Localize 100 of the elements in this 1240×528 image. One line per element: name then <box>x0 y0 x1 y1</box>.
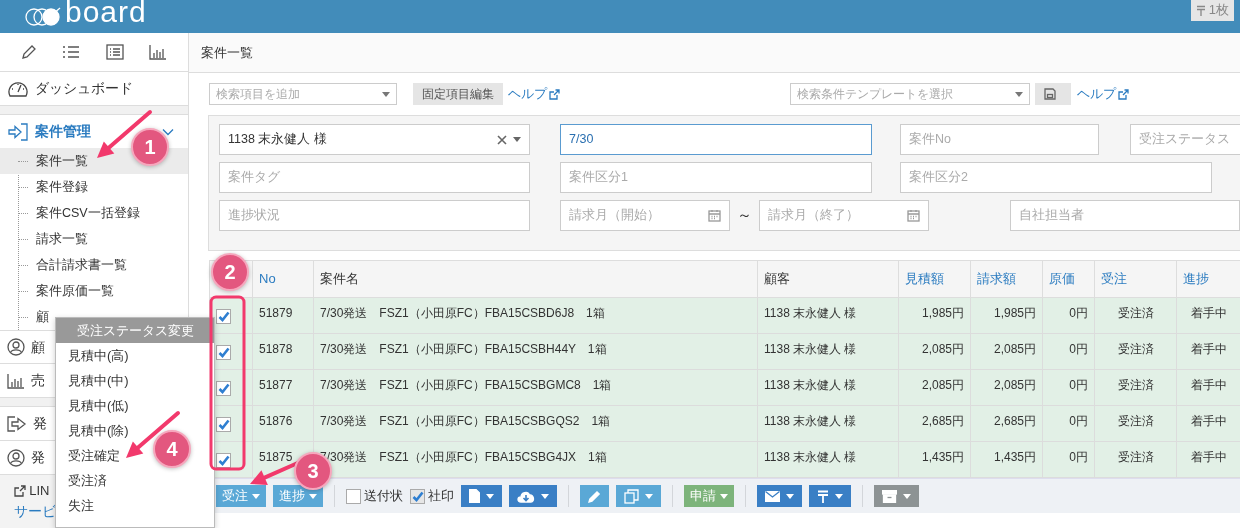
pencil-icon[interactable] <box>20 44 37 60</box>
table-cell: 1138 末永健人 様 <box>764 378 857 392</box>
help-link[interactable]: ヘルプ <box>508 84 560 104</box>
table-cell: 着手中 <box>1190 306 1227 320</box>
help-link[interactable]: ヘルプ <box>1077 84 1129 104</box>
table-cell: 1,435円 <box>921 450 964 464</box>
table-cell: 7/30発送 FSZ1（小田原FC）FBA15CSBD6J8 1箱 <box>320 306 605 320</box>
sign-in-icon <box>7 122 29 141</box>
table-cell: 0円 <box>1069 450 1088 464</box>
menu-option[interactable]: 見積中(除) <box>68 420 129 441</box>
column-header[interactable]: No <box>259 271 276 287</box>
menu-option[interactable]: 見積中(中) <box>68 370 129 391</box>
page-title: 案件一覧 <box>201 43 253 62</box>
save-button[interactable] <box>1035 83 1071 105</box>
table-cell: 1138 末永健人 様 <box>764 342 857 356</box>
submenu-item[interactable]: 顧 <box>36 307 49 327</box>
mail-button[interactable] <box>757 485 802 507</box>
input-field[interactable]: 案件No <box>900 124 1099 155</box>
input-field[interactable]: 7/30 <box>560 124 872 155</box>
submenu-item[interactable]: 案件一覧 <box>36 151 88 171</box>
service-text: サービ <box>14 503 56 519</box>
check-icon <box>217 383 230 395</box>
chevron-icon[interactable] <box>162 127 174 136</box>
check-icon <box>217 347 230 359</box>
placeholder: 検索条件テンプレートを選択 <box>797 86 953 103</box>
input-field[interactable]: 進捗状況 <box>219 200 530 231</box>
dropdown-button[interactable]: 進捗 <box>273 485 323 507</box>
input-field[interactable]: 案件区分1 <box>560 162 872 193</box>
date-field[interactable]: 請求月（開始） <box>560 200 730 231</box>
archive-button[interactable] <box>874 485 919 507</box>
table-cell: 受注済 <box>1117 378 1154 392</box>
checkbox[interactable] <box>216 417 231 433</box>
checkbox-label: 送付状 <box>364 487 403 506</box>
table-cell: 0円 <box>1069 378 1088 392</box>
check-icon <box>217 419 230 431</box>
dropdown-button[interactable]: 受注 <box>216 485 266 507</box>
checkbox[interactable] <box>216 345 231 361</box>
calendar-icon <box>907 209 920 222</box>
pointer-arrow <box>126 411 180 458</box>
input-field[interactable]: 受注ステータス <box>1130 124 1240 155</box>
submenu-item[interactable]: 請求一覧 <box>36 229 88 249</box>
table-cell: 1138 末永健人 様 <box>764 414 857 428</box>
table-cell: 着手中 <box>1190 414 1227 428</box>
link[interactable]: LIN <box>29 481 50 501</box>
table-cell: 1,985円 <box>993 306 1036 320</box>
column-header[interactable]: 受注 <box>1101 271 1127 287</box>
arrow-box-icon <box>7 415 27 432</box>
select-field[interactable]: 1138 末永健人 様 <box>219 124 530 155</box>
menu-option[interactable]: 受注済 <box>68 470 107 491</box>
checkbox[interactable] <box>216 453 231 469</box>
check-icon <box>217 455 230 467</box>
table-cell: 0円 <box>1069 414 1088 428</box>
pencil-button[interactable] <box>580 485 609 507</box>
floppy-icon <box>1044 88 1056 100</box>
column-header[interactable]: 進捗 <box>1183 271 1209 287</box>
submenu-item[interactable]: 合計請求書一覧 <box>36 255 127 275</box>
caret-icon <box>513 137 521 142</box>
template-select[interactable]: 検索条件テンプレートを選択 <box>790 83 1030 105</box>
caret-icon <box>720 493 728 499</box>
table-cell: 51877 <box>259 378 293 392</box>
file-button[interactable] <box>461 485 502 507</box>
table-cell: 51876 <box>259 414 293 428</box>
menu-header: 受注ステータス変更 <box>56 318 214 343</box>
input-field[interactable]: 自社担当者 <box>1010 200 1240 231</box>
checkbox[interactable] <box>410 488 425 504</box>
list-box-icon[interactable] <box>105 44 124 60</box>
submenu-item[interactable]: 案件原価一覧 <box>36 281 114 301</box>
table-cell: 受注済 <box>1117 342 1154 356</box>
table-cell: 受注済 <box>1117 450 1154 464</box>
list-icon[interactable] <box>62 45 81 59</box>
placeholder: 検索項目を追加 <box>216 86 300 103</box>
logo: board <box>65 0 147 27</box>
input-field[interactable]: 案件タグ <box>219 162 530 193</box>
submenu-item[interactable]: 案件CSV一括登録 <box>36 203 140 223</box>
date-field[interactable]: 請求月（終了） <box>759 200 929 231</box>
menu-option[interactable]: 見積中(低) <box>68 395 129 416</box>
search-field-select[interactable]: 検索項目を追加 <box>209 83 397 105</box>
external-link-icon <box>1118 88 1129 100</box>
menu-option[interactable]: 見積中(高) <box>68 345 129 366</box>
external-link-icon <box>549 88 560 100</box>
menu-option[interactable]: 受注確定 <box>68 445 120 466</box>
table-cell: 1,985円 <box>921 306 964 320</box>
bar-chart-icon[interactable] <box>149 44 168 60</box>
table-cell: 受注済 <box>1117 414 1154 428</box>
checkbox[interactable] <box>216 309 231 325</box>
checkbox[interactable] <box>346 488 361 504</box>
envelope-icon <box>765 490 780 502</box>
postal-button[interactable] <box>809 485 851 507</box>
menu-option[interactable]: 失注 <box>68 495 94 516</box>
checkbox[interactable] <box>216 381 231 397</box>
table-cell: 着手中 <box>1190 342 1227 356</box>
clear-icon[interactable] <box>496 134 507 145</box>
cloud-button[interactable] <box>509 485 557 507</box>
range-separator: ～ <box>736 205 753 226</box>
edit-button[interactable]: 固定項目編集 <box>413 83 503 105</box>
submenu-item[interactable]: 案件登録 <box>36 177 88 197</box>
copy-button[interactable] <box>616 485 661 507</box>
postal-mark-icon <box>1195 4 1206 16</box>
input-field[interactable]: 案件区分2 <box>900 162 1212 193</box>
menu-section[interactable]: 案件管理 <box>35 121 91 142</box>
